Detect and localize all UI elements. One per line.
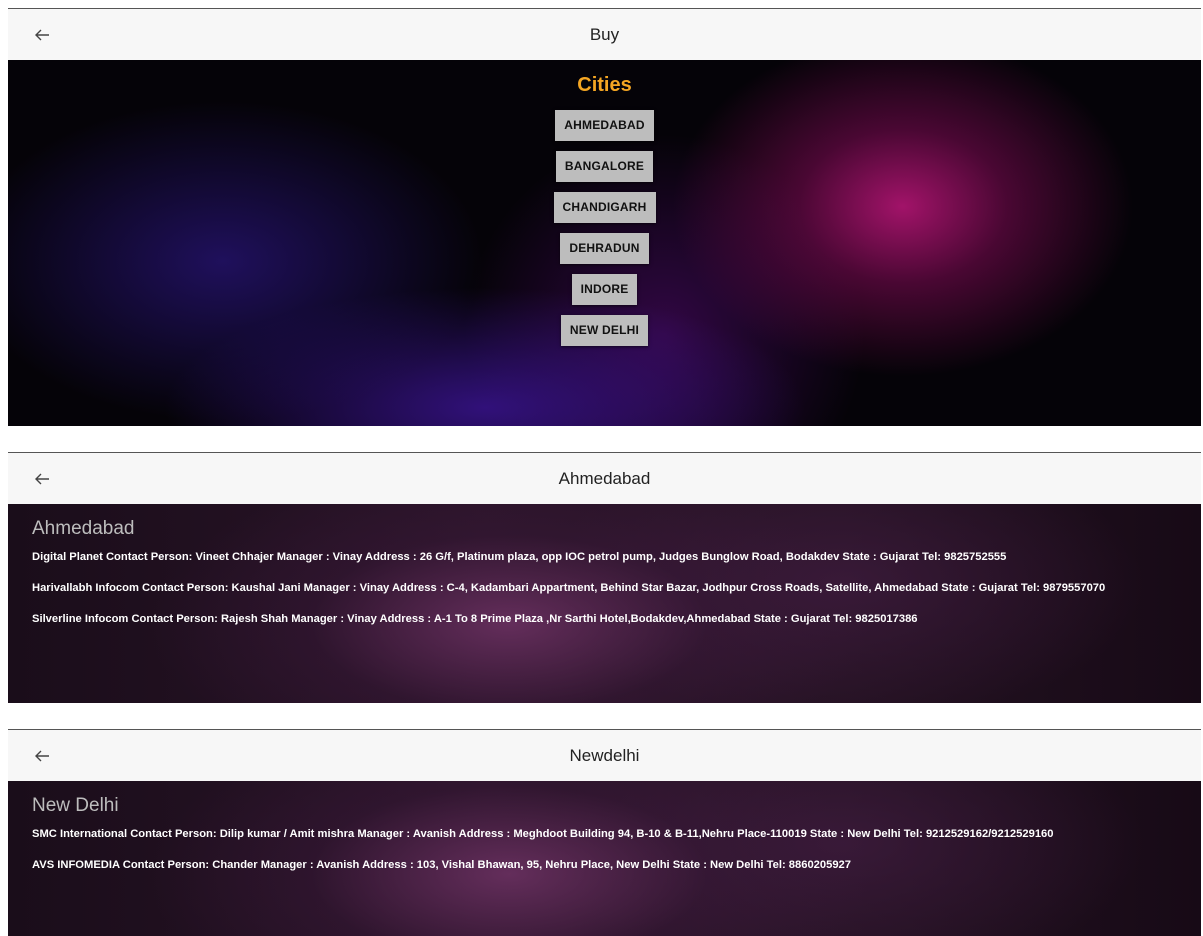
dealer-entry: Digital Planet Contact Person: Vineet Ch…	[32, 551, 1007, 563]
ahmedabad-screen: Ahmedabad Ahmedabad Digital Planet Conta…	[8, 452, 1201, 703]
page-title: Ahmedabad	[558, 469, 651, 488]
dealer-entry: SMC International Contact Person: Dilip …	[32, 828, 1054, 840]
city-button-chandigarh[interactable]: CHANDIGARH	[553, 192, 656, 223]
city-button-new-delhi[interactable]: NEW DELHI	[560, 315, 649, 346]
city-heading: New Delhi	[32, 795, 119, 816]
app-bar: Buy	[8, 8, 1201, 60]
newdelhi-screen: Newdelhi New Delhi SMC International Con…	[8, 729, 1201, 936]
dealer-list: SMC International Contact Person: Dilip …	[8, 817, 1201, 872]
cities-panel: Cities AHMEDABAD BANGALORE CHANDIGARH DE…	[8, 60, 1201, 426]
page-title: Newdelhi	[569, 746, 640, 765]
cities-heading: Cities	[577, 74, 632, 96]
dealer-entry: Silverline Infocom Contact Person: Rajes…	[32, 613, 918, 625]
page-title: Buy	[589, 25, 620, 44]
city-list: AHMEDABAD BANGALORE CHANDIGARH DEHRADUN …	[8, 110, 1201, 356]
city-heading: Ahmedabad	[32, 518, 135, 539]
app-bar: Ahmedabad	[8, 452, 1201, 504]
dealer-panel: New Delhi SMC International Contact Pers…	[8, 781, 1201, 936]
dealer-list: Digital Planet Contact Person: Vineet Ch…	[8, 540, 1201, 626]
city-button-dehradun[interactable]: DEHRADUN	[560, 233, 649, 264]
city-button-indore[interactable]: INDORE	[571, 274, 638, 305]
buy-screen: Buy Cities AHMEDABAD BANGALORE CHANDIGAR…	[8, 8, 1201, 426]
app-bar: Newdelhi	[8, 729, 1201, 781]
dealer-entry: AVS INFOMEDIA Contact Person: Chander Ma…	[32, 859, 852, 871]
city-button-bangalore[interactable]: BANGALORE	[555, 151, 654, 182]
dealer-entry: Harivallabh Infocom Contact Person: Kaus…	[32, 582, 1106, 594]
city-button-ahmedabad[interactable]: AHMEDABAD	[555, 110, 654, 141]
dealer-panel: Ahmedabad Digital Planet Contact Person:…	[8, 504, 1201, 703]
